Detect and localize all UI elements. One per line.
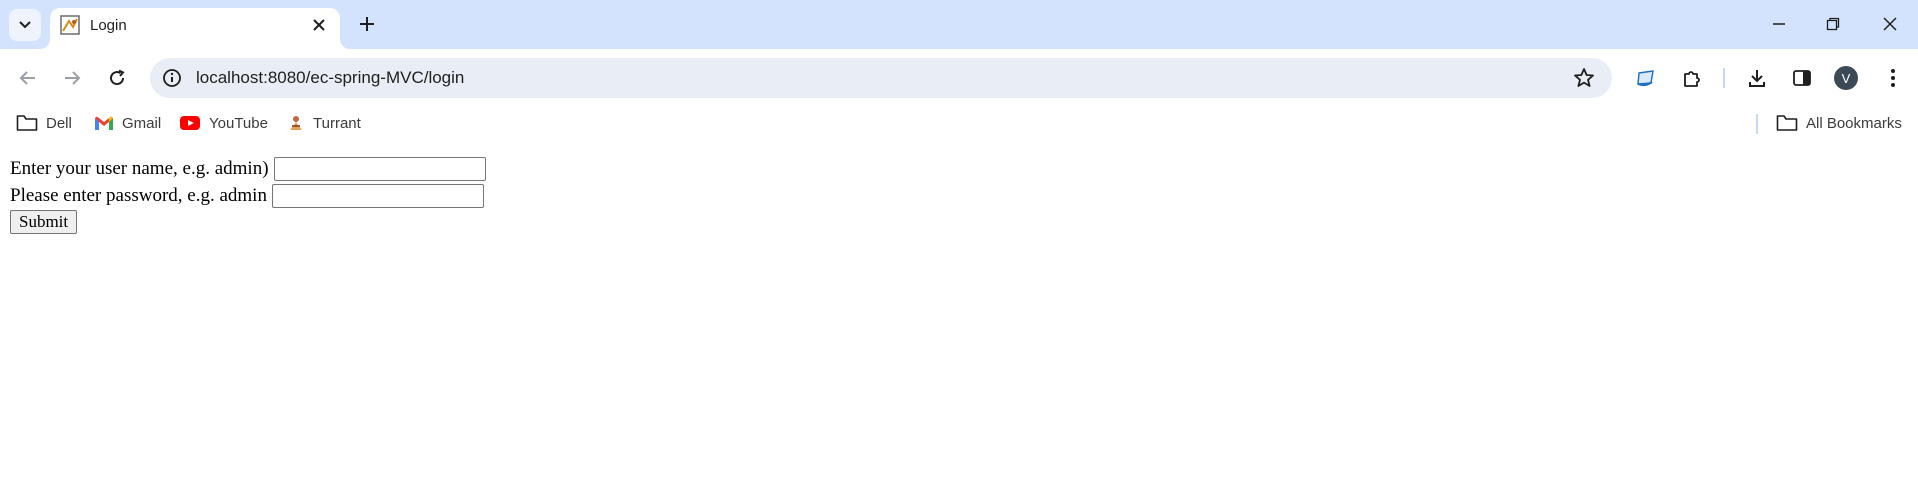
bookmark-label: Gmail bbox=[122, 114, 162, 132]
tab-search-button[interactable] bbox=[9, 9, 41, 41]
bookmark-label: Dell bbox=[46, 114, 72, 132]
page-content: Enter your user name, e.g. admin) Please… bbox=[0, 139, 1918, 234]
profile-avatar[interactable]: V bbox=[1834, 66, 1858, 90]
arrow-left-icon bbox=[19, 71, 35, 85]
browser-toolbar: localhost:8080/ec-spring-MVC/login V bbox=[0, 49, 1918, 107]
minimize-button[interactable] bbox=[1759, 8, 1799, 40]
gmail-icon bbox=[95, 116, 113, 130]
all-bookmarks-button[interactable]: All Bookmarks bbox=[1776, 113, 1902, 133]
close-window-button[interactable] bbox=[1870, 8, 1910, 40]
active-tab[interactable]: Login bbox=[50, 8, 340, 49]
bookmark-turrant[interactable]: Turrant bbox=[287, 113, 361, 133]
tab-title: Login bbox=[90, 17, 127, 34]
login-form: Enter your user name, e.g. admin) Please… bbox=[10, 155, 1908, 234]
download-icon bbox=[1749, 70, 1765, 87]
url-text[interactable]: localhost:8080/ec-spring-MVC/login bbox=[196, 68, 464, 88]
restore-button[interactable] bbox=[1813, 8, 1853, 40]
password-input[interactable] bbox=[271, 183, 484, 208]
side-panel-icon bbox=[1793, 70, 1811, 86]
youtube-icon bbox=[180, 116, 200, 130]
reload-icon bbox=[110, 69, 125, 86]
bookmark-youtube[interactable]: YouTube bbox=[179, 113, 268, 133]
folder-icon bbox=[1776, 115, 1798, 131]
address-bar[interactable]: localhost:8080/ec-spring-MVC/login bbox=[150, 58, 1612, 98]
bookmark-star-icon[interactable] bbox=[1572, 66, 1596, 90]
side-panel-button[interactable] bbox=[1787, 63, 1817, 93]
bookmark-dell[interactable]: Dell bbox=[16, 113, 72, 133]
extension-button[interactable] bbox=[1631, 63, 1661, 93]
bookmark-label: YouTube bbox=[209, 114, 268, 132]
new-tab-button[interactable] bbox=[353, 10, 381, 38]
username-label: Enter your user name, e.g. admin) bbox=[10, 157, 269, 179]
more-vertical-icon bbox=[1891, 69, 1895, 87]
folder-icon bbox=[16, 115, 38, 131]
arrow-right-icon bbox=[65, 71, 81, 85]
password-row: Please enter password, e.g. admin bbox=[10, 182, 1908, 209]
forward-button[interactable] bbox=[57, 63, 87, 93]
username-row: Enter your user name, e.g. admin) bbox=[10, 155, 1908, 182]
site-favicon-icon bbox=[60, 15, 80, 35]
bookmark-label: Turrant bbox=[313, 114, 361, 132]
tab-strip: Login bbox=[0, 0, 1918, 49]
site-info-icon bbox=[163, 69, 181, 87]
downloads-button[interactable] bbox=[1742, 63, 1772, 93]
submit-button[interactable]: Submit bbox=[10, 210, 78, 234]
close-icon bbox=[1883, 17, 1897, 31]
puzzle-piece-icon bbox=[1684, 71, 1700, 87]
all-bookmarks-label: All Bookmarks bbox=[1806, 114, 1902, 132]
restore-icon bbox=[1826, 17, 1840, 31]
password-label: Please enter password, e.g. admin bbox=[10, 184, 267, 206]
extensions-menu-button[interactable] bbox=[1677, 63, 1707, 93]
bookmark-gmail[interactable]: Gmail bbox=[94, 113, 161, 133]
back-button[interactable] bbox=[13, 63, 43, 93]
extension-app-icon bbox=[1637, 70, 1654, 87]
close-icon bbox=[313, 19, 325, 31]
browser-menu-button[interactable] bbox=[1878, 63, 1908, 93]
chevron-down-icon bbox=[19, 21, 31, 29]
close-tab-button[interactable] bbox=[308, 14, 330, 36]
minimize-icon bbox=[1773, 23, 1785, 25]
username-input[interactable] bbox=[273, 156, 486, 181]
turrant-icon bbox=[290, 116, 302, 130]
bookmarks-bar: Dell Gmail YouTube Turrant All Bookmarks bbox=[0, 107, 1918, 139]
toolbar-separator bbox=[1723, 68, 1725, 88]
plus-icon bbox=[360, 17, 374, 31]
bookmarks-separator bbox=[1756, 114, 1758, 134]
reload-button[interactable] bbox=[102, 63, 132, 93]
